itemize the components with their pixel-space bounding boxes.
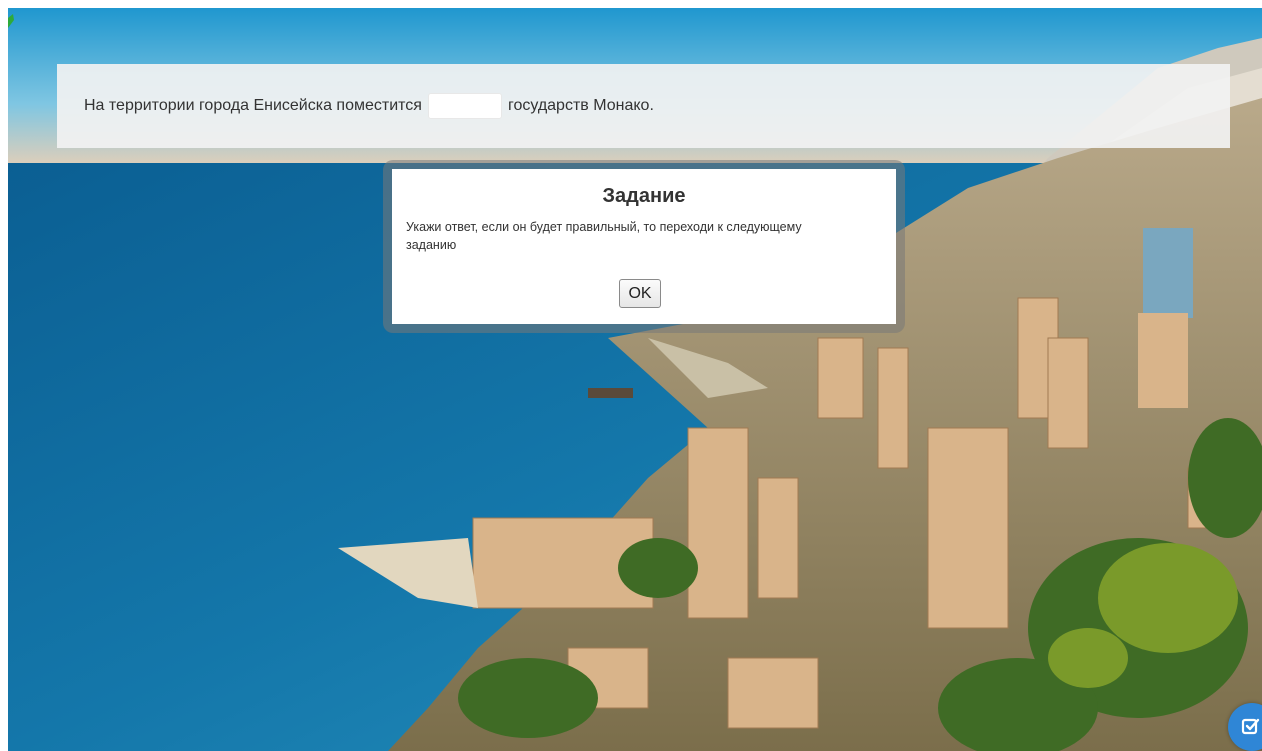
answer-input[interactable]: [427, 93, 502, 119]
leaf-icon: [8, 14, 14, 28]
ok-button[interactable]: OK: [619, 279, 661, 308]
dialog-title: Задание: [602, 185, 686, 207]
checkbox-edit-icon: [1241, 718, 1260, 735]
question-text-before: На территории города Енисейска поместитс…: [84, 97, 422, 114]
dialog-message: Укажи ответ, если он будет правильный, т…: [406, 220, 802, 252]
task-dialog-body: Задание Укажи ответ, если он будет прави…: [392, 169, 896, 324]
question-bar: На территории города Енисейска поместитс…: [57, 64, 1230, 148]
task-dialog: Задание Укажи ответ, если он будет прави…: [383, 160, 905, 333]
question-text-after: государств Монако.: [507, 97, 654, 114]
